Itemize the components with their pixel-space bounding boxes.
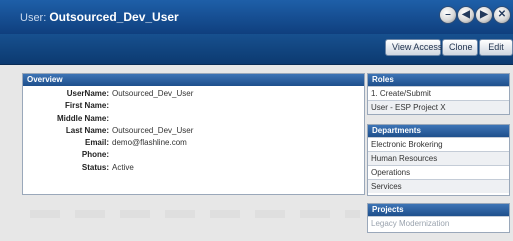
- list-item[interactable]: Operations: [368, 165, 509, 179]
- minimize-icon[interactable]: –: [439, 6, 457, 24]
- field-label: Last Name:: [65, 125, 109, 135]
- field-middle-name: Middle Name:: [23, 113, 364, 125]
- field-value: Outsourced_Dev_User: [112, 89, 194, 98]
- list-item[interactable]: Electronic Brokering: [368, 137, 509, 151]
- field-label: UserName:: [66, 89, 109, 98]
- title-username: Outsourced_Dev_User: [49, 10, 179, 24]
- projects-panel: Projects Legacy Modernization: [367, 203, 510, 233]
- overview-panel: Overview UserName: Outsourced_Dev_User Fi…: [22, 73, 365, 195]
- back-icon[interactable]: ◀: [457, 6, 475, 24]
- title-bar: User: Outsourced_Dev_User – ◀ ▶ ✕: [0, 0, 513, 34]
- overview-fields: UserName: Outsourced_Dev_User First Name:…: [23, 86, 364, 174]
- edit-button[interactable]: Edit: [479, 39, 513, 56]
- projects-header: Projects: [368, 204, 509, 216]
- view-access-button[interactable]: View Access: [385, 39, 442, 56]
- list-item[interactable]: Legacy Modernization: [368, 216, 509, 230]
- title-prefix: User:: [20, 12, 47, 24]
- forward-icon[interactable]: ▶: [475, 6, 493, 24]
- list-item[interactable]: Human Resources: [368, 151, 509, 165]
- clone-button[interactable]: Clone: [442, 39, 478, 56]
- field-status: Status: Active: [23, 162, 364, 174]
- field-label: Email:: [84, 138, 109, 148]
- field-label: Middle Name:: [56, 113, 109, 123]
- overview-header: Overview: [23, 74, 364, 86]
- field-value: demo@flashline.com: [112, 138, 187, 148]
- roles-header: Roles: [368, 74, 509, 86]
- field-last-name: Last Name: Outsourced_Dev_User: [23, 125, 364, 137]
- field-email: Email: demo@flashline.com: [23, 137, 364, 149]
- window-title: User: Outsourced_Dev_User: [20, 10, 179, 24]
- field-label: Phone:: [81, 150, 109, 160]
- list-item[interactable]: User - ESP Project X: [368, 100, 509, 114]
- departments-header: Departments: [368, 125, 509, 137]
- field-label: First Name:: [64, 101, 109, 111]
- field-value: Active: [112, 162, 134, 172]
- departments-panel: Departments Electronic Brokering Human R…: [367, 124, 510, 196]
- field-phone: Phone:: [23, 149, 364, 161]
- field-username: UserName: Outsourced_Dev_User: [23, 88, 364, 100]
- close-icon[interactable]: ✕: [493, 6, 511, 24]
- roles-panel: Roles 1. Create/Submit User - ESP Projec…: [367, 73, 510, 115]
- field-label: Status:: [81, 162, 109, 172]
- list-item[interactable]: Services: [368, 179, 509, 193]
- action-toolbar: View Access Clone Edit: [0, 34, 513, 65]
- field-first-name: First Name:: [23, 100, 364, 112]
- field-value: Outsourced_Dev_User: [112, 125, 194, 135]
- background-texture: [30, 210, 360, 218]
- list-item[interactable]: 1. Create/Submit: [368, 86, 509, 100]
